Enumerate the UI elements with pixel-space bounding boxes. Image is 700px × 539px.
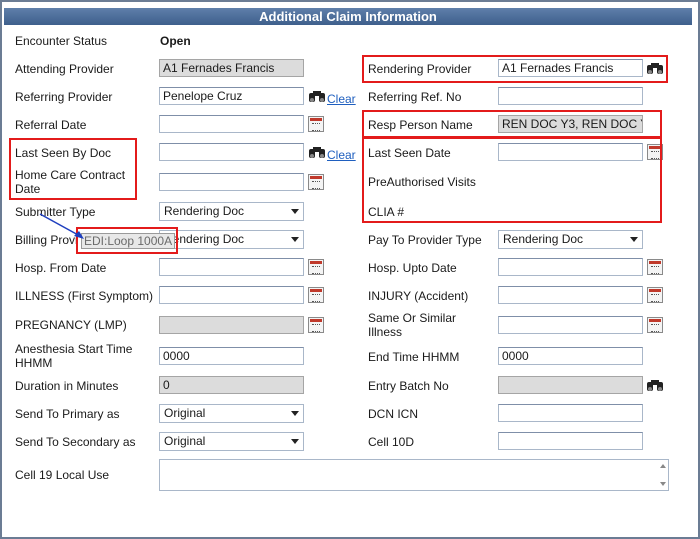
send-to-primary-value: Original (164, 406, 206, 420)
cell-10d-label: Cell 10D (368, 435, 415, 449)
chevron-down-icon (291, 439, 299, 444)
send-to-secondary-value: Original (164, 434, 206, 448)
chevron-down-icon (630, 237, 638, 242)
referring-ref-no-field[interactable] (498, 87, 643, 105)
illness-label: ILLNESS (First Symptom) (15, 289, 154, 303)
hosp-from-date-field[interactable] (159, 258, 304, 276)
last-seen-by-doc-field[interactable] (159, 143, 304, 161)
cell-10d-field[interactable] (498, 432, 643, 450)
home-care-contract-date-field[interactable] (159, 173, 304, 191)
anesthesia-start-label-line2: HHMM (15, 356, 53, 370)
end-time-field[interactable]: 0000 (498, 347, 643, 365)
encounter-status-label: Encounter Status (15, 34, 108, 48)
annotation-box-tooltip (76, 227, 178, 254)
dcn-icn-field[interactable] (498, 404, 643, 422)
annotation-arrow-icon (39, 213, 84, 239)
referral-date-label: Referral Date (15, 118, 87, 132)
pregnancy-label: PREGNANCY (LMP) (15, 318, 127, 332)
end-time-label: End Time HHMM (368, 350, 460, 364)
referring-provider-label: Referring Provider (15, 90, 113, 104)
submitter-type-value: Rendering Doc (164, 204, 245, 218)
scroll-up-icon[interactable] (660, 464, 666, 468)
cell-19-label: Cell 19 Local Use (15, 468, 110, 482)
chevron-down-icon (291, 411, 299, 416)
dcn-icn-label: DCN ICN (368, 407, 418, 421)
pay-to-provider-type-value: Rendering Doc (503, 232, 584, 246)
submitter-type-select[interactable]: Rendering Doc (159, 202, 304, 221)
hosp-upto-date-label: Hosp. Upto Date (368, 261, 457, 275)
pay-to-provider-type-label: Pay To Provider Type (368, 233, 482, 247)
same-similar-illness-label-line1: Same Or Similar (368, 311, 457, 325)
chevron-down-icon (291, 209, 299, 214)
annotation-box-rendering (362, 55, 668, 83)
pregnancy-date-field[interactable] (159, 316, 304, 334)
send-to-secondary-select[interactable]: Original (159, 432, 304, 451)
pay-to-provider-type-select[interactable]: Rendering Doc (498, 230, 643, 249)
referring-ref-no-label: Referring Ref. No (368, 90, 462, 104)
referring-provider-field[interactable]: Penelope Cruz (159, 87, 304, 105)
binoculars-icon[interactable] (308, 88, 326, 104)
annotation-box-last-seen-group (362, 137, 662, 223)
calendar-icon[interactable] (308, 287, 324, 303)
illness-date-field[interactable] (159, 286, 304, 304)
billing-provider-select[interactable]: Rendering Doc (159, 230, 304, 249)
calendar-icon[interactable] (308, 116, 324, 132)
send-to-primary-label: Send To Primary as (15, 407, 120, 421)
send-to-primary-select[interactable]: Original (159, 404, 304, 423)
duration-label: Duration in Minutes (15, 379, 119, 393)
annotation-box-left-group (9, 138, 137, 200)
anesthesia-start-label-line1: Anesthesia Start Time (15, 342, 133, 356)
send-to-secondary-label: Send To Secondary as (15, 435, 136, 449)
panel-title: Additional Claim Information (4, 8, 692, 25)
encounter-status-value: Open (160, 34, 191, 48)
same-similar-illness-date-field[interactable] (498, 316, 643, 334)
attending-provider-label: Attending Provider (15, 62, 114, 76)
binoculars-icon[interactable] (308, 144, 326, 160)
chevron-down-icon (291, 237, 299, 242)
calendar-icon[interactable] (308, 317, 324, 333)
injury-label: INJURY (Accident) (368, 289, 469, 303)
anesthesia-start-field[interactable]: 0000 (159, 347, 304, 365)
entry-batch-no-field[interactable] (498, 376, 643, 394)
hosp-upto-date-field[interactable] (498, 258, 643, 276)
injury-date-field[interactable] (498, 286, 643, 304)
entry-batch-no-label: Entry Batch No (368, 379, 449, 393)
annotation-box-resp-person (362, 110, 662, 138)
last-seen-by-doc-clear-link[interactable]: Clear (327, 148, 356, 162)
calendar-icon[interactable] (308, 174, 324, 190)
calendar-icon[interactable] (647, 259, 663, 275)
hosp-from-date-label: Hosp. From Date (15, 261, 107, 275)
referring-provider-clear-link[interactable]: Clear (327, 92, 356, 106)
same-similar-illness-label-line2: Illness (368, 325, 403, 339)
calendar-icon[interactable] (647, 287, 663, 303)
cell-19-textarea[interactable] (159, 459, 669, 491)
calendar-icon[interactable] (647, 317, 663, 333)
attending-provider-field[interactable]: A1 Fernades Francis (159, 59, 304, 77)
binoculars-icon[interactable] (646, 377, 664, 393)
scroll-down-icon[interactable] (660, 482, 666, 486)
referral-date-field[interactable] (159, 115, 304, 133)
duration-field[interactable]: 0 (159, 376, 304, 394)
calendar-icon[interactable] (308, 259, 324, 275)
